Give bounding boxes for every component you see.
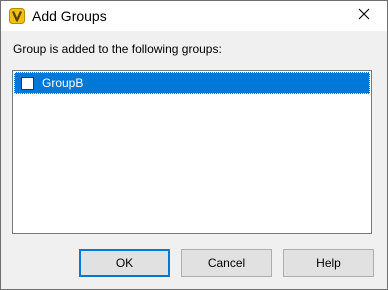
add-groups-dialog: Add Groups Group is added to the followi… xyxy=(0,0,388,290)
ok-button[interactable]: OK xyxy=(79,249,170,277)
cancel-button[interactable]: Cancel xyxy=(181,249,272,277)
close-icon xyxy=(358,7,370,25)
help-button[interactable]: Help xyxy=(283,249,374,277)
group-checkbox[interactable] xyxy=(21,77,34,90)
group-label: GroupB xyxy=(42,76,84,90)
list-item-groupb[interactable]: GroupB xyxy=(14,72,370,94)
instruction-label: Group is added to the following groups: xyxy=(13,42,222,56)
window-title: Add Groups xyxy=(32,8,107,24)
groups-list[interactable]: GroupB xyxy=(12,70,372,234)
title-bar: Add Groups xyxy=(1,1,387,31)
vault-app-icon xyxy=(9,8,25,24)
close-button[interactable] xyxy=(341,1,387,31)
